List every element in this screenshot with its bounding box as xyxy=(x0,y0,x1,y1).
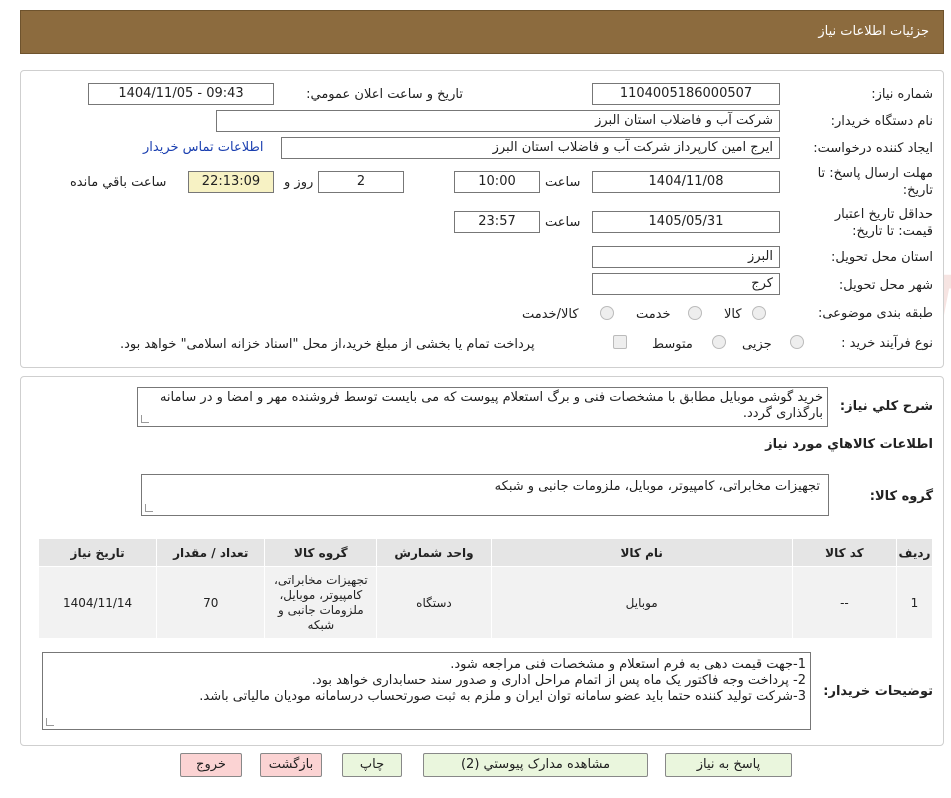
description-text: خرید گوشی موبایل مطابق با مشخصات فنی و ب… xyxy=(159,390,823,421)
col-code: کد کالا xyxy=(791,538,897,567)
goods-group-textarea: تجهیزات مخابراتی، کامپیوتر، موبایل، ملزو… xyxy=(141,474,829,516)
table-header-row: رديف کد کالا نام کالا واحد شمارش گروه کا… xyxy=(37,538,934,567)
back-button[interactable]: بازگشت xyxy=(260,753,322,777)
remaining-time-field: 22:13:09 xyxy=(188,171,274,193)
validity-time-field: 23:57 xyxy=(454,211,540,233)
process-medium-radio[interactable] xyxy=(712,335,726,349)
buyer-org-label: نام دستگاه خريدار: xyxy=(830,114,933,129)
description-label: شرح کلي نياز: xyxy=(839,399,933,414)
province-label: استان محل تحویل: xyxy=(831,250,933,265)
days-label: روز و xyxy=(284,175,314,190)
page-header: جزئیات اطلاعات نیاز xyxy=(20,10,944,54)
cell-date: 1404/11/14 xyxy=(37,566,158,639)
page-title: جزئیات اطلاعات نیاز xyxy=(818,24,929,39)
cell-group: تجهیزات مخابراتی، کامپیوتر، موبایل، ملزو… xyxy=(264,566,378,639)
city-label: شهر محل تحویل: xyxy=(838,278,933,293)
province-field: البرز xyxy=(592,246,780,268)
col-unit: واحد شمارش xyxy=(376,538,492,567)
cell-qty: 70 xyxy=(156,566,266,639)
validity-date-field: 1405/05/31 xyxy=(592,211,780,233)
print-button[interactable]: چاپ xyxy=(342,753,402,777)
reply-button[interactable]: پاسخ به نياز xyxy=(665,753,792,777)
buyer-notes-textarea: 1-جهت قیمت دهی به فرم استعلام و مشخصات ف… xyxy=(42,652,811,730)
col-name: نام کالا xyxy=(490,538,793,567)
col-date: تاریخ نیاز xyxy=(37,538,158,567)
cell-name: موبایل xyxy=(490,566,793,639)
buyer-notes-label: توضیحات خریدار: xyxy=(823,684,933,699)
process-minor-radio[interactable] xyxy=(790,335,804,349)
city-field: کرج xyxy=(592,273,780,295)
remaining-time-label: ساعت باقي مانده xyxy=(70,175,167,190)
need-number-field: 1104005186000507 xyxy=(592,83,780,105)
exit-button[interactable]: خروج xyxy=(180,753,242,777)
table-row: 1 -- موبایل دستگاه تجهیزات مخابراتی، کام… xyxy=(37,566,934,639)
days-remaining-field: 2 xyxy=(318,171,404,193)
treasury-payment-checkbox[interactable] xyxy=(613,335,627,349)
deadline-label: مهلت ارسال پاسخ: تا xyxy=(817,166,933,181)
goods-group-text: تجهیزات مخابراتی، کامپیوتر، موبایل، ملزو… xyxy=(494,479,820,494)
buyer-note-line: 3-شرکت تولید کننده حتما باید عضو سامانه … xyxy=(199,689,806,704)
category-label: طبقه بندی موضوعی: xyxy=(817,306,933,321)
cell-row: 1 xyxy=(895,566,934,639)
process-minor-label: جزیی xyxy=(742,337,772,352)
col-row: رديف xyxy=(895,538,934,567)
goods-section-title: اطلاعات کالاهاي مورد نياز xyxy=(765,437,933,452)
requester-field: ایرج امین کارپرداز شرکت آب و فاضلاب استا… xyxy=(281,137,780,159)
category-goods-radio[interactable] xyxy=(752,306,766,320)
buyer-contact-link[interactable]: اطلاعات تماس خریدار xyxy=(143,140,263,155)
category-goods-service-radio[interactable] xyxy=(600,306,614,320)
category-goods-service-label: کالا/خدمت xyxy=(522,307,579,322)
deadline-label-2: تاریخ: xyxy=(902,183,933,198)
buyer-note-line: 1-جهت قیمت دهی به فرم استعلام و مشخصات ف… xyxy=(450,657,806,672)
requester-label: ایجاد کننده درخواست: xyxy=(813,141,933,156)
description-textarea: خرید گوشی موبایل مطابق با مشخصات فنی و ب… xyxy=(137,387,828,427)
col-qty: تعداد / مقدار xyxy=(156,538,266,567)
resize-grip-icon xyxy=(46,718,54,726)
deadline-time-label: ساعت xyxy=(545,175,581,190)
resize-grip-icon xyxy=(141,415,149,423)
buyer-note-line: 2- پرداخت وجه فاکتور یک ماه پس از اتمام … xyxy=(311,673,806,688)
cell-code: -- xyxy=(791,566,897,639)
col-group: گروه کالا xyxy=(264,538,378,567)
category-service-label: خدمت xyxy=(636,307,671,322)
goods-group-label: گروه کالا: xyxy=(869,489,933,504)
announce-date-label: تاریخ و ساعت اعلان عمومي: xyxy=(306,87,463,102)
resize-grip-icon xyxy=(145,504,153,512)
validity-time-label: ساعت xyxy=(545,215,581,230)
cell-unit: دستگاه xyxy=(376,566,492,639)
category-service-radio[interactable] xyxy=(688,306,702,320)
deadline-time-field: 10:00 xyxy=(454,171,540,193)
announce-date-field: 1404/11/05 - 09:43 xyxy=(88,83,274,105)
process-label: نوع فرآیند خرید : xyxy=(841,336,933,351)
validity-label: حداقل تاریخ اعتبار xyxy=(834,207,933,222)
treasury-payment-note: پرداخت تمام یا بخشی از مبلغ خرید،از محل … xyxy=(120,337,535,352)
need-number-label: شماره نیاز: xyxy=(871,87,933,102)
validity-label-2: قیمت: تا تاریخ: xyxy=(852,224,933,239)
view-attachments-button[interactable]: مشاهده مدارک پیوستي (2) xyxy=(423,753,648,777)
category-goods-label: کالا xyxy=(724,307,742,322)
process-medium-label: متوسط xyxy=(652,337,693,352)
items-table: رديف کد کالا نام کالا واحد شمارش گروه کا… xyxy=(37,538,934,639)
deadline-date-field: 1404/11/08 xyxy=(592,171,780,193)
buyer-org-field: شرکت آب و فاضلاب استان البرز xyxy=(216,110,780,132)
